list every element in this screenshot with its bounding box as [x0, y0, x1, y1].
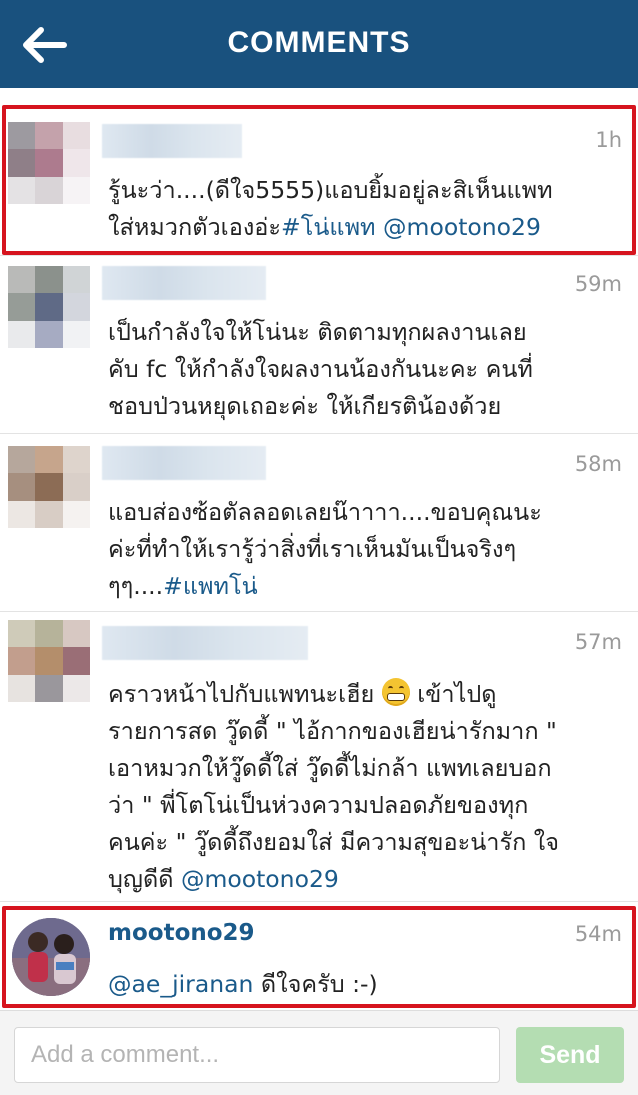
username-obscured[interactable] [102, 266, 266, 300]
comment-input[interactable] [14, 1027, 500, 1083]
comment-item[interactable]: 58m แอบส่องซ้อตัลลอดเลยน๊าาาา....ขอบคุณน… [0, 434, 638, 612]
comment-item[interactable]: mootono29 54m @ae_jiranan ดีใจครับ :-) [0, 904, 638, 1008]
hashtag-link[interactable]: #แพทโน่ [163, 572, 258, 600]
username-obscured[interactable] [102, 626, 308, 660]
top-bar: COMMENTS [0, 0, 638, 88]
grimacing-face-emoji-icon [381, 678, 410, 706]
comment-time: 58m [574, 452, 622, 476]
avatar[interactable] [8, 122, 90, 204]
comment-item[interactable]: 59m เป็นกำลังใจให้โน่นะ ติดตามทุกผลงานเล… [0, 256, 638, 434]
comment-text: @ae_jiranan ดีใจครับ :-) [108, 970, 378, 998]
comment-composer: Send [0, 1010, 638, 1095]
avatar[interactable] [8, 446, 90, 528]
comment-text: รู้นะว่า....(ดีใจ5555)แอบยิ้มอยู่ละสิเห็… [108, 176, 553, 241]
page-title: COMMENTS [227, 26, 411, 59]
comment-time: 54m [574, 922, 622, 946]
comment-time: 59m [574, 272, 622, 296]
comment-item[interactable]: 57m คราวหน้าไปกับแพทนะเฮีย เข้าไปดู รายก… [0, 612, 638, 902]
avatar[interactable] [12, 918, 90, 996]
profile-photo [12, 918, 90, 996]
avatar[interactable] [8, 620, 90, 702]
comment-username[interactable]: mootono29 [108, 920, 255, 946]
previous-comment-fragment: ʼʼʼ [0, 88, 638, 100]
mention-link[interactable]: @mootono29 [383, 213, 541, 241]
username-obscured[interactable] [102, 446, 266, 480]
comment-item[interactable]: 1h รู้นะว่า....(ดีใจ5555)แอบยิ้มอยู่ละสิ… [0, 104, 638, 256]
send-button[interactable]: Send [516, 1027, 624, 1083]
mention-link[interactable]: @mootono29 [181, 865, 339, 893]
hashtag-link[interactable]: #โน่แพท [281, 213, 376, 241]
username-obscured[interactable] [102, 124, 242, 158]
comment-text: เป็นกำลังใจให้โน่นะ ติดตามทุกผลงานเลย คั… [108, 318, 533, 420]
comment-text: แอบส่องซ้อตัลลอดเลยน๊าาาา....ขอบคุณนะ ค่… [108, 498, 542, 600]
mention-link[interactable]: @ae_jiranan [108, 970, 253, 998]
avatar[interactable] [8, 266, 90, 348]
comment-text: คราวหน้าไปกับแพทนะเฮีย เข้าไปดู รายการสด… [108, 678, 560, 893]
comment-time: 57m [574, 630, 622, 654]
comment-time: 1h [595, 128, 622, 152]
